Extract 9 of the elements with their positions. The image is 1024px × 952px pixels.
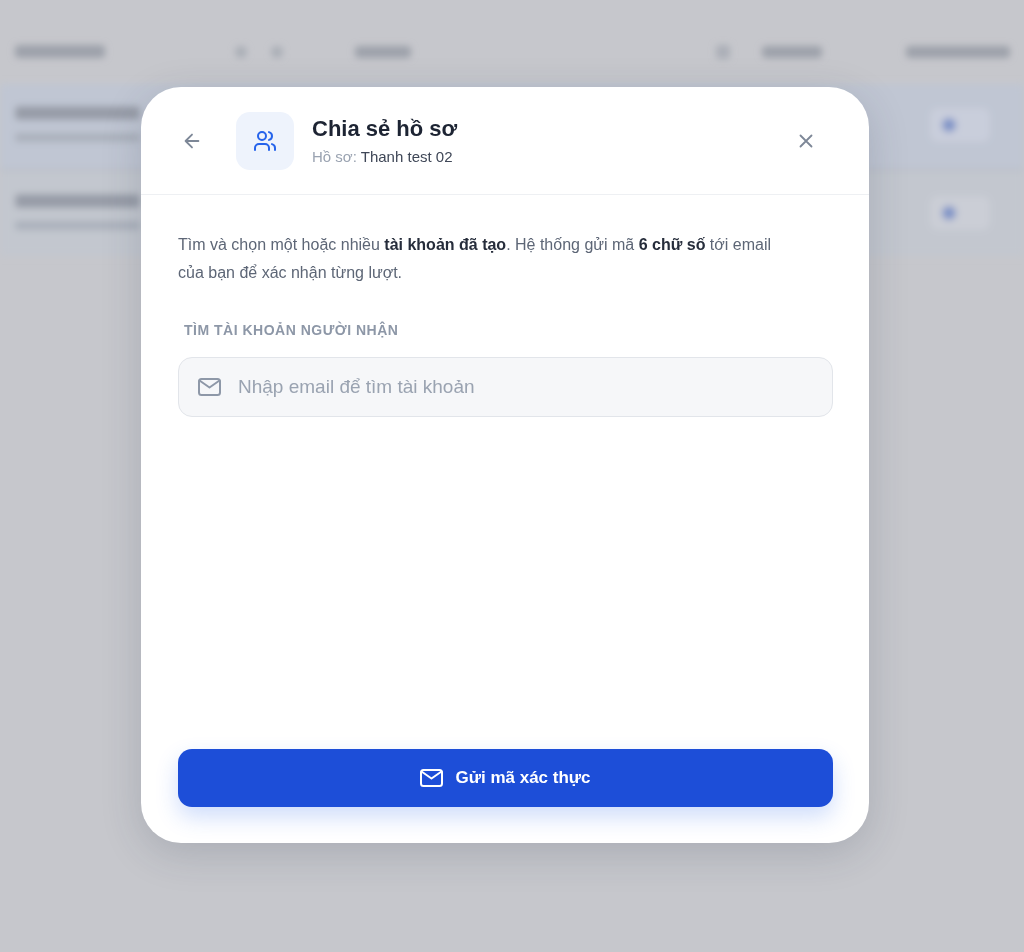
- email-search-field[interactable]: Nhập email để tìm tài khoản: [178, 357, 833, 417]
- search-label: TÌM TÀI KHOẢN NGƯỜI NHẬN: [184, 320, 399, 340]
- dialog-title: Chia sẻ hồ sơ: [312, 115, 458, 143]
- description-text: Tìm và chọn một hoặc nhiều tài khoản đã tạo. Hệ thống gửi mã 6 chữ số tới email của bạn để xác nhận từng lượt.: [178, 235, 773, 283]
- mail-icon: [420, 769, 444, 787]
- send-code-button[interactable]: Gửi mã xác thực: [178, 749, 833, 807]
- users-icon: [236, 112, 294, 170]
- profile-subtitle: Hồ sơ: Thanh test 02: [312, 147, 453, 167]
- mail-icon: [198, 378, 221, 396]
